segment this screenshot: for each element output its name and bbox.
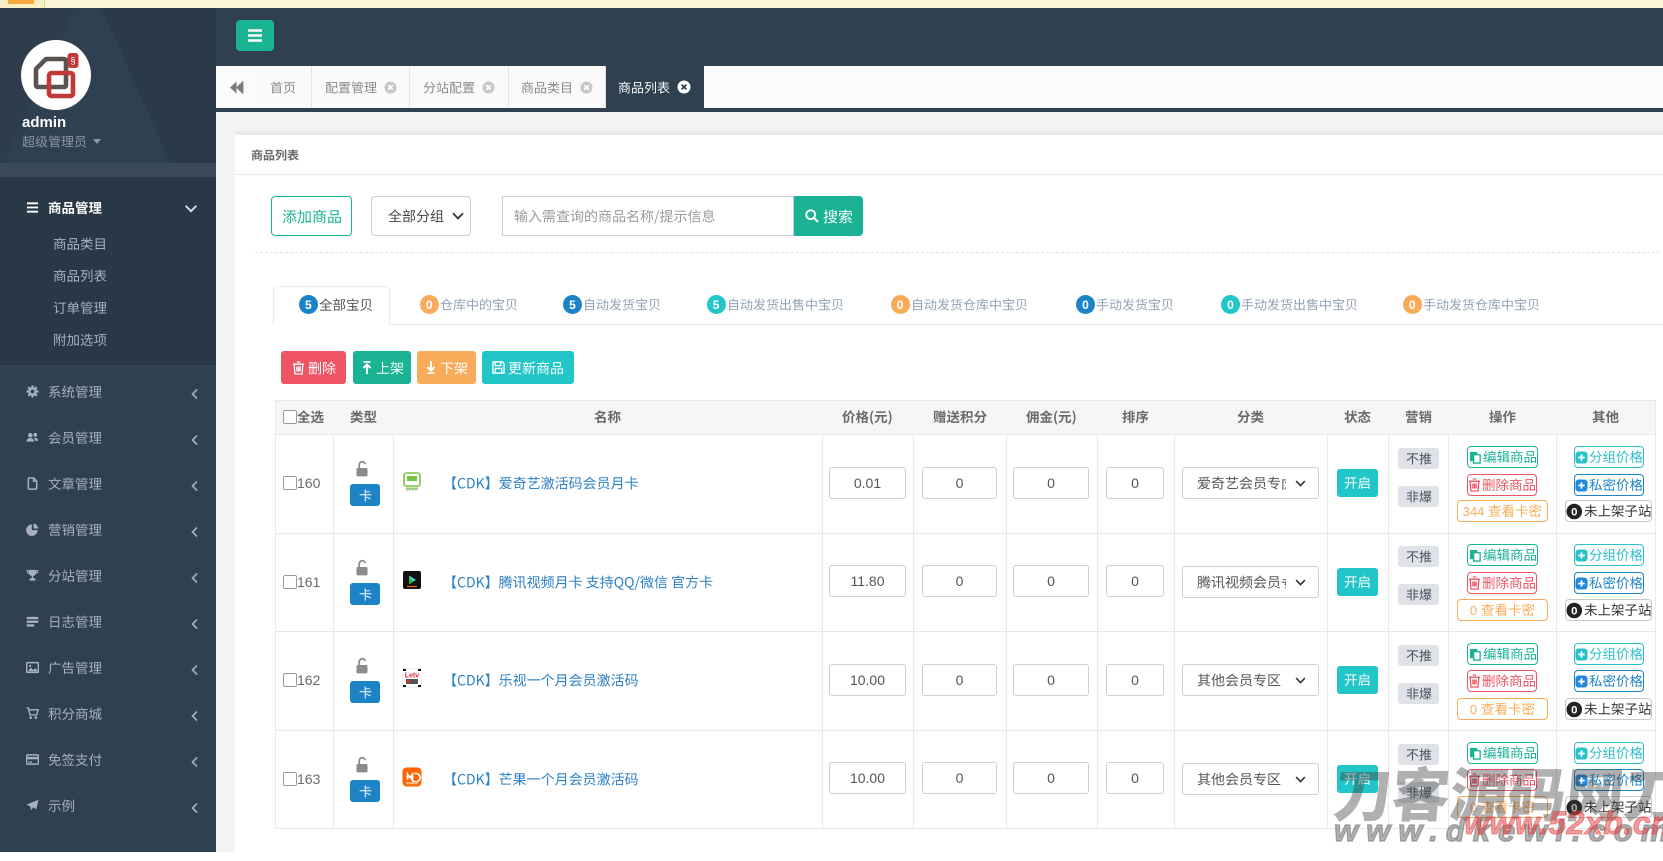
svg-text:0: 0: [1571, 506, 1577, 518]
svg-text:0: 0: [1571, 704, 1577, 716]
svg-text:Letv: Letv: [405, 673, 420, 680]
svg-text:0: 0: [1571, 605, 1577, 617]
svg-text:§: §: [70, 56, 75, 66]
